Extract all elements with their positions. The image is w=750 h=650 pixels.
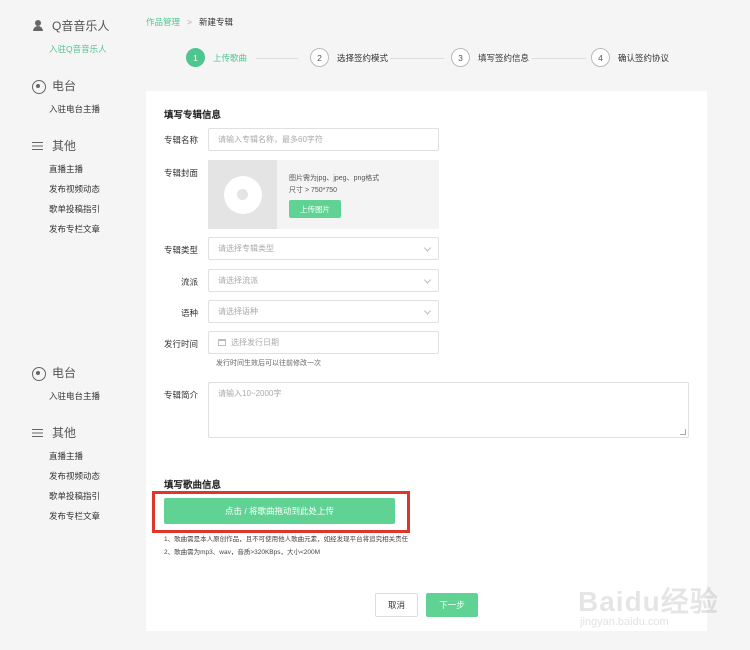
next-step-button[interactable]: 下一步 bbox=[426, 593, 478, 617]
genre-select[interactable]: 请选择流派 bbox=[208, 269, 439, 292]
sidebar-section-radio: 电台 bbox=[32, 77, 76, 94]
song-upload-dropzone[interactable]: 点击 / 将歌曲拖动到此处上传 bbox=[164, 498, 395, 524]
sidebar-section-title: 其他 bbox=[52, 139, 77, 153]
sidebar-section-title: Q音音乐人 bbox=[52, 19, 110, 33]
album-intro-textarea[interactable]: 请输入10~2000字 bbox=[208, 382, 689, 438]
step-label: 确认签约协议 bbox=[618, 52, 670, 63]
sidebar-item-publish-video[interactable]: 发布视频动态 bbox=[49, 470, 100, 482]
radio-icon bbox=[32, 79, 46, 94]
watermark-url: jingyan.baidu.com bbox=[580, 616, 669, 628]
chevron-down-icon bbox=[423, 243, 432, 252]
baidu-jingyan-watermark: Baidu经验 jingyan.baidu.com bbox=[578, 580, 738, 640]
step-progress: 1 上传歌曲 2 选择签约模式 3 填写签约信息 4 确认签约协议 bbox=[186, 48, 686, 70]
release-date-placeholder: 选择发行日期 bbox=[231, 338, 279, 347]
chevron-down-icon bbox=[423, 275, 432, 284]
sidebar-item-join-radio-host[interactable]: 入驻电台主播 bbox=[49, 103, 100, 115]
sidebar-section-other: 其他 bbox=[32, 424, 76, 441]
cover-placeholder-image bbox=[208, 160, 277, 229]
cancel-button[interactable]: 取消 bbox=[375, 593, 418, 617]
album-intro-label: 专辑简介 bbox=[163, 390, 198, 400]
step-select-contract-mode: 2 选择签约模式 bbox=[310, 48, 388, 67]
album-name-input[interactable]: 请输入专辑名称，最多60字符 bbox=[208, 128, 439, 151]
disc-icon bbox=[223, 175, 262, 214]
chevron-down-icon bbox=[423, 306, 432, 315]
sidebar-section-radio: 电台 bbox=[32, 364, 76, 381]
watermark-logo: Baidu经验 bbox=[578, 586, 719, 617]
sidebar-section-title: 其他 bbox=[52, 426, 77, 440]
language-placeholder: 请选择语种 bbox=[218, 307, 258, 316]
step-number: 2 bbox=[310, 48, 329, 67]
step-connector bbox=[532, 58, 586, 59]
song-requirement-note: 1、歌曲需是本人原创作品，且不可使用他人歌曲元素，如经发现平台将追究相关责任 bbox=[164, 536, 409, 543]
sidebar-item-publish-article[interactable]: 发布专栏文章 bbox=[49, 223, 100, 235]
radio-icon bbox=[32, 366, 46, 381]
breadcrumb-separator: > bbox=[187, 17, 192, 27]
language-select[interactable]: 请选择语种 bbox=[208, 300, 439, 323]
album-name-placeholder: 请输入专辑名称，最多60字符 bbox=[218, 135, 323, 144]
sidebar-section-musician: Q音音乐人 bbox=[32, 17, 109, 34]
sidebar-item-playlist-guide[interactable]: 歌单投稿指引 bbox=[49, 490, 100, 502]
sidebar-section-title: 电台 bbox=[52, 79, 77, 93]
sidebar-item-join-radio-host[interactable]: 入驻电台主播 bbox=[49, 390, 100, 402]
sidebar-item-playlist-guide[interactable]: 歌单投稿指引 bbox=[49, 203, 100, 215]
language-label: 语种 bbox=[180, 308, 198, 318]
sidebar-item-publish-video[interactable]: 发布视频动态 bbox=[49, 183, 100, 195]
person-icon bbox=[32, 19, 44, 32]
album-type-placeholder: 请选择专辑类型 bbox=[218, 244, 274, 253]
step-connector bbox=[256, 58, 298, 59]
album-intro-placeholder: 请输入10~2000字 bbox=[218, 389, 282, 398]
release-date-picker[interactable]: 选择发行日期 bbox=[208, 331, 439, 354]
menu-icon bbox=[32, 140, 44, 152]
step-label: 上传歌曲 bbox=[213, 52, 248, 63]
step-label: 选择签约模式 bbox=[337, 52, 389, 63]
sidebar: Q音音乐人 入驻Q音音乐人 电台 入驻电台主播 其他 直播主播 发布视频动态 歌… bbox=[0, 0, 130, 650]
menu-icon bbox=[32, 427, 44, 439]
album-form-card: 填写专辑信息 专辑名称 请输入专辑名称，最多60字符 专辑封面 图片需为jpg、… bbox=[146, 91, 707, 631]
breadcrumb-current: 新建专辑 bbox=[198, 17, 233, 27]
album-info-title: 填写专辑信息 bbox=[164, 110, 222, 121]
step-confirm-agreement: 4 确认签约协议 bbox=[591, 48, 669, 67]
sidebar-item-live-host[interactable]: 直播主播 bbox=[49, 163, 83, 175]
album-name-label: 专辑名称 bbox=[163, 135, 198, 145]
step-upload-songs: 1 上传歌曲 bbox=[186, 48, 247, 67]
song-info-title: 填写歌曲信息 bbox=[164, 480, 222, 491]
sidebar-section-other: 其他 bbox=[32, 137, 76, 154]
step-fill-contract-info: 3 填写签约信息 bbox=[451, 48, 529, 67]
breadcrumb: 作品管理 > 新建专辑 bbox=[146, 16, 233, 28]
step-connector bbox=[390, 58, 444, 59]
sidebar-section-title: 电台 bbox=[52, 366, 77, 380]
step-number: 1 bbox=[186, 48, 205, 67]
step-label: 填写签约信息 bbox=[478, 52, 530, 63]
album-cover-area: 图片需为jpg、jpeg、png格式 尺寸 > 750*750 上传图片 bbox=[208, 160, 439, 229]
step-number: 3 bbox=[451, 48, 470, 67]
album-type-label: 专辑类型 bbox=[163, 245, 198, 255]
upload-image-button[interactable]: 上传图片 bbox=[289, 200, 341, 218]
cover-format-hint: 图片需为jpg、jpeg、png格式 bbox=[289, 175, 380, 182]
resize-grip-icon[interactable] bbox=[680, 429, 686, 435]
genre-label: 流派 bbox=[180, 277, 198, 287]
calendar-icon bbox=[218, 339, 226, 346]
release-date-label: 发行时间 bbox=[163, 339, 198, 349]
breadcrumb-works-link[interactable]: 作品管理 bbox=[146, 16, 180, 28]
genre-placeholder: 请选择流派 bbox=[218, 276, 258, 285]
album-cover-label: 专辑封面 bbox=[163, 168, 198, 178]
album-type-select[interactable]: 请选择专辑类型 bbox=[208, 237, 439, 260]
step-number: 4 bbox=[591, 48, 610, 67]
release-date-hint: 发行时间生效后可以往前修改一次 bbox=[216, 360, 321, 367]
sidebar-item-publish-article[interactable]: 发布专栏文章 bbox=[49, 510, 100, 522]
cover-size-hint: 尺寸 > 750*750 bbox=[289, 187, 338, 194]
sidebar-item-live-host[interactable]: 直播主播 bbox=[49, 450, 83, 462]
sidebar-item-join-musician[interactable]: 入驻Q音音乐人 bbox=[49, 43, 107, 55]
song-requirement-note: 2、歌曲需为mp3、wav，音质>320KBps，大小<200M bbox=[164, 549, 321, 556]
